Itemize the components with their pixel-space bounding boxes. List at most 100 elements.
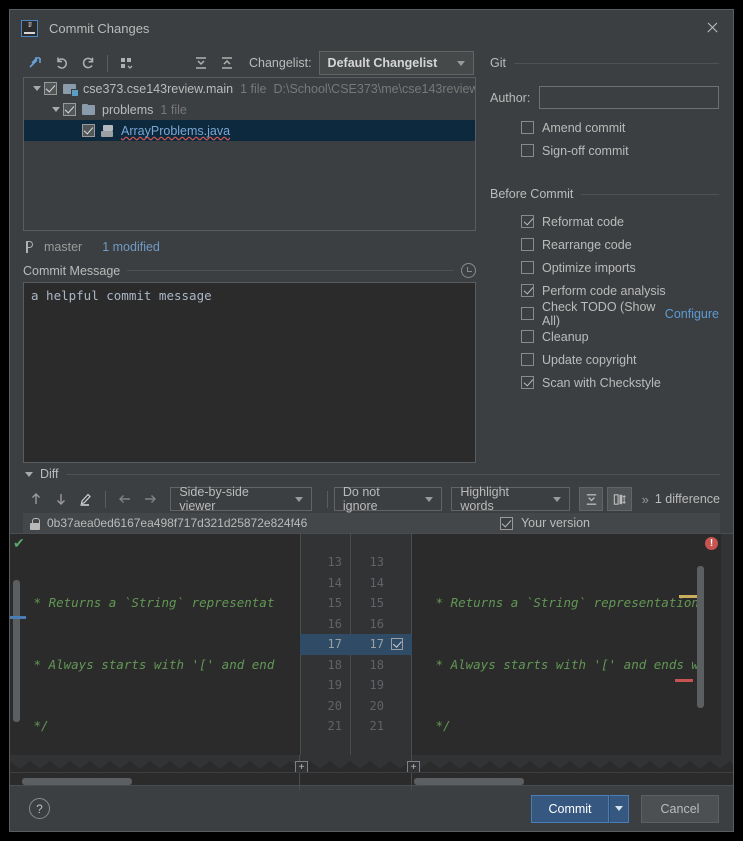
- diff-line-number-gutter[interactable]: 13 13 14 14 15 15 16 16 17 17 18 18 19 19 20 20 …: [300, 534, 412, 755]
- expand-folded-region-icon[interactable]: +: [295, 761, 308, 773]
- expand-folded-region-icon[interactable]: +: [407, 761, 420, 773]
- commit-message-label: Commit Message: [23, 263, 121, 278]
- chevron-down-icon: [552, 496, 561, 502]
- right-vertical-scrollbar[interactable]: [697, 566, 704, 708]
- code-line: */: [428, 718, 451, 733]
- option-update-copyright[interactable]: Update copyright: [490, 348, 719, 371]
- module-icon: [62, 81, 79, 97]
- go-back-arrow-icon[interactable]: [112, 487, 137, 511]
- option-check-todo[interactable]: Check TODO (Show All) Configure: [490, 300, 719, 328]
- changelist-value: Default Changelist: [327, 56, 438, 70]
- right-code: * Returns a `String` representation * Al…: [412, 552, 721, 755]
- changelist-label: Changelist:: [249, 56, 312, 70]
- previous-difference-icon[interactable]: [23, 487, 48, 511]
- divider: [65, 473, 720, 475]
- option-optimize-imports[interactable]: Optimize imports: [490, 256, 719, 279]
- line-number-right: 14: [369, 575, 384, 590]
- expand-arrow-icon[interactable]: [48, 107, 63, 112]
- amend-commit-checkbox[interactable]: [521, 121, 534, 134]
- left-horizontal-scrollbar[interactable]: [22, 778, 132, 786]
- revision-info-row: 0b37aea0ed6167ea498f717d321d25872e824f46…: [23, 513, 720, 533]
- file-name[interactable]: ArrayProblems.java: [121, 124, 230, 138]
- viewer-mode-dropdown[interactable]: Side-by-side viewer: [170, 485, 312, 513]
- expand-all-icon[interactable]: [188, 51, 214, 75]
- cleanup-checkbox[interactable]: [521, 330, 534, 343]
- commit-options-dropdown-icon[interactable]: [609, 794, 629, 823]
- row-checkbox[interactable]: [82, 124, 95, 137]
- table-row[interactable]: J ArrayProblems.java: [24, 120, 475, 141]
- viewer-mode-value: Side-by-side viewer: [179, 485, 249, 513]
- option-cleanup[interactable]: Cleanup: [490, 325, 719, 348]
- diff-toolbar: Side-by-side viewer Do not ignore Highli…: [23, 481, 720, 513]
- ignore-mode-dropdown[interactable]: Do not ignore: [333, 485, 443, 513]
- revision-hash: 0b37aea0ed6167ea498f717d321d25872e824f46: [47, 516, 308, 530]
- reformat-code-checkbox[interactable]: [521, 215, 534, 228]
- option-scan-with-checkstyle[interactable]: Scan with Checkstyle: [490, 371, 719, 394]
- changed-files-tree[interactable]: cse373.cse143review.main 1 file D:\Schoo…: [23, 77, 476, 231]
- configure-todo-link[interactable]: Configure: [665, 307, 719, 321]
- diff-left-pane[interactable]: ✔ * Returns a `String` representat * Alw…: [10, 534, 300, 755]
- commit-history-clock-icon[interactable]: [461, 263, 476, 278]
- go-forward-arrow-icon[interactable]: [137, 487, 162, 511]
- collapse-unchanged-fragments-icon[interactable]: [578, 487, 604, 511]
- chevron-down-icon: [456, 60, 465, 66]
- chevron-down-icon: [425, 496, 434, 502]
- divider: [581, 193, 719, 195]
- collapse-diff-icon[interactable]: [25, 471, 33, 477]
- error-count-badge-icon[interactable]: !: [705, 537, 718, 550]
- your-version-checkbox[interactable]: [499, 516, 513, 530]
- expand-arrow-icon[interactable]: [29, 86, 44, 91]
- edit-source-icon[interactable]: [74, 487, 99, 511]
- scan-with-checkstyle-checkbox[interactable]: [521, 376, 534, 389]
- author-field[interactable]: [539, 86, 719, 109]
- show-diff-icon[interactable]: [23, 51, 49, 75]
- your-version-toggle[interactable]: Your version: [499, 516, 590, 530]
- code-line: */: [26, 718, 49, 733]
- line-number-right: 13: [369, 555, 384, 570]
- check-todo-checkbox[interactable]: [521, 307, 534, 320]
- optimize-imports-checkbox[interactable]: [521, 261, 534, 274]
- folded-region-separator[interactable]: + +: [10, 755, 733, 774]
- table-row[interactable]: problems 1 file: [24, 99, 475, 120]
- highlight-mode-dropdown[interactable]: Highlight words: [451, 485, 570, 513]
- row-checkbox[interactable]: [44, 82, 57, 95]
- row-checkbox[interactable]: [63, 103, 76, 116]
- line-number-left: 18: [327, 657, 342, 672]
- right-horizontal-scrollbar[interactable]: [414, 778, 524, 786]
- error-badge-text: !: [709, 538, 714, 549]
- collapse-all-icon[interactable]: [214, 51, 240, 75]
- diff-status-strip[interactable]: [721, 534, 733, 755]
- left-vertical-scrollbar[interactable]: [13, 580, 20, 722]
- group-by-icon[interactable]: [114, 51, 140, 75]
- rearrange-code-checkbox[interactable]: [521, 238, 534, 251]
- diff-section-title: Diff: [40, 467, 59, 481]
- perform-code-analysis-checkbox[interactable]: [521, 284, 534, 297]
- diff-horizontal-scroll-area[interactable]: [10, 773, 733, 791]
- accept-change-checkbox-icon[interactable]: [391, 638, 403, 651]
- changelist-dropdown[interactable]: Default Changelist: [318, 51, 474, 75]
- folder-name: problems: [102, 102, 154, 117]
- line-number-left: 21: [327, 719, 342, 734]
- help-question-icon[interactable]: ?: [29, 798, 50, 819]
- option-reformat-code[interactable]: Reformat code: [490, 210, 719, 233]
- option-rearrange-code[interactable]: Rearrange code: [490, 233, 719, 256]
- synchronize-scrolling-icon[interactable]: [607, 487, 632, 511]
- update-copyright-checkbox[interactable]: [521, 353, 534, 366]
- divider: [127, 270, 454, 271]
- refresh-icon[interactable]: [75, 51, 101, 75]
- diff-right-pane[interactable]: ! * Returns a `String` representation * …: [412, 534, 721, 755]
- diff-viewer[interactable]: ✔ * Returns a `String` representat * Alw…: [10, 533, 733, 755]
- scan-with-checkstyle-label: Scan with Checkstyle: [542, 375, 661, 390]
- dialog-footer: ? Commit Cancel: [10, 785, 733, 831]
- cancel-button[interactable]: Cancel: [641, 794, 719, 823]
- commit-message-input[interactable]: a helpful commit message: [23, 282, 476, 463]
- commit-button[interactable]: Commit: [531, 794, 609, 823]
- next-difference-icon[interactable]: [48, 487, 73, 511]
- signoff-commit-checkbox[interactable]: [521, 144, 534, 157]
- option-signoff-commit[interactable]: Sign-off commit: [490, 139, 719, 162]
- revert-undo-icon[interactable]: [49, 51, 75, 75]
- more-options-chevron-icon[interactable]: »: [642, 492, 649, 507]
- table-row[interactable]: cse373.cse143review.main 1 file D:\Schoo…: [24, 78, 475, 99]
- option-amend-commit[interactable]: Amend commit: [490, 116, 719, 139]
- close-icon[interactable]: [697, 14, 727, 42]
